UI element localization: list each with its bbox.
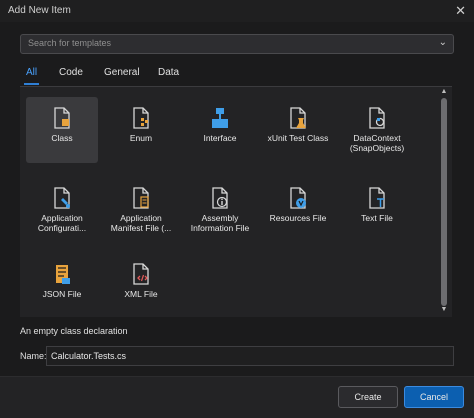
- template-search-input[interactable]: Search for templates ⌄: [20, 34, 454, 54]
- scrollbar-thumb[interactable]: [441, 98, 447, 306]
- template-label: Application Configurati...: [37, 213, 87, 233]
- template-xunit-test-class[interactable]: xUnit Test Class: [262, 97, 334, 163]
- tab-data[interactable]: Data: [158, 67, 179, 78]
- test-class-icon: [290, 107, 306, 129]
- template-label: XML File: [124, 289, 158, 299]
- search-placeholder: Search for templates: [28, 38, 112, 48]
- tab-all[interactable]: All: [23, 67, 40, 85]
- template-label: Assembly Information File: [190, 213, 250, 233]
- template-label: Class: [51, 133, 73, 143]
- template-description: An empty class declaration: [20, 326, 128, 336]
- create-button[interactable]: Create: [338, 386, 398, 408]
- name-input[interactable]: Calculator.Tests.cs: [46, 346, 454, 366]
- title-bar: Add New Item ✕: [0, 0, 474, 22]
- template-datacontext[interactable]: DataContext (SnapObjects): [341, 97, 413, 163]
- json-file-icon: [56, 265, 70, 284]
- class-file-icon: [54, 107, 70, 129]
- template-label: Resources File: [269, 213, 327, 223]
- template-label: Application Manifest File (...: [110, 213, 172, 233]
- template-xml-file[interactable]: XML File: [105, 253, 177, 319]
- template-label: JSON File: [42, 289, 82, 299]
- tab-code[interactable]: Code: [59, 67, 83, 78]
- template-label: Text File: [361, 213, 393, 223]
- cancel-button[interactable]: Cancel: [404, 386, 464, 408]
- template-label: Interface: [203, 133, 237, 143]
- template-resources-file[interactable]: Resources File: [262, 177, 334, 243]
- close-icon[interactable]: ✕: [455, 3, 466, 19]
- tab-general[interactable]: General: [104, 67, 140, 78]
- template-list-scrollbar[interactable]: ▲ ▼: [440, 88, 448, 314]
- template-json-file[interactable]: JSON File: [26, 253, 98, 319]
- template-application-manifest[interactable]: Application Manifest File (...: [105, 177, 177, 243]
- template-label: xUnit Test Class: [267, 133, 329, 143]
- datacontext-icon: [369, 107, 385, 129]
- resources-file-icon: [290, 187, 306, 209]
- assembly-info-icon: [212, 187, 228, 209]
- text-file-icon: [369, 187, 385, 209]
- template-class[interactable]: Class: [26, 97, 98, 163]
- manifest-file-icon: [133, 187, 149, 209]
- xml-file-icon: [133, 263, 149, 285]
- template-enum[interactable]: Enum: [105, 97, 177, 163]
- window-title: Add New Item: [8, 5, 71, 16]
- template-list: Class Enum Interface xUnit Test Class Da…: [20, 86, 452, 317]
- template-label: Enum: [129, 133, 153, 143]
- enum-file-icon: [133, 107, 149, 129]
- scroll-down-icon[interactable]: ▼: [440, 306, 448, 314]
- name-value: Calculator.Tests.cs: [51, 351, 127, 361]
- chevron-down-icon[interactable]: ⌄: [439, 37, 447, 48]
- template-application-configuration[interactable]: Application Configurati...: [26, 177, 98, 243]
- template-interface[interactable]: Interface: [184, 97, 256, 163]
- template-label: DataContext (SnapObjects): [349, 133, 405, 153]
- app-config-icon: [54, 187, 70, 209]
- template-text-file[interactable]: Text File: [341, 177, 413, 243]
- scroll-up-icon[interactable]: ▲: [440, 88, 448, 96]
- name-label: Name:: [20, 351, 47, 361]
- interface-icon: [212, 108, 228, 128]
- dialog-footer: Create Cancel: [0, 376, 474, 418]
- template-assembly-information[interactable]: Assembly Information File: [184, 177, 256, 243]
